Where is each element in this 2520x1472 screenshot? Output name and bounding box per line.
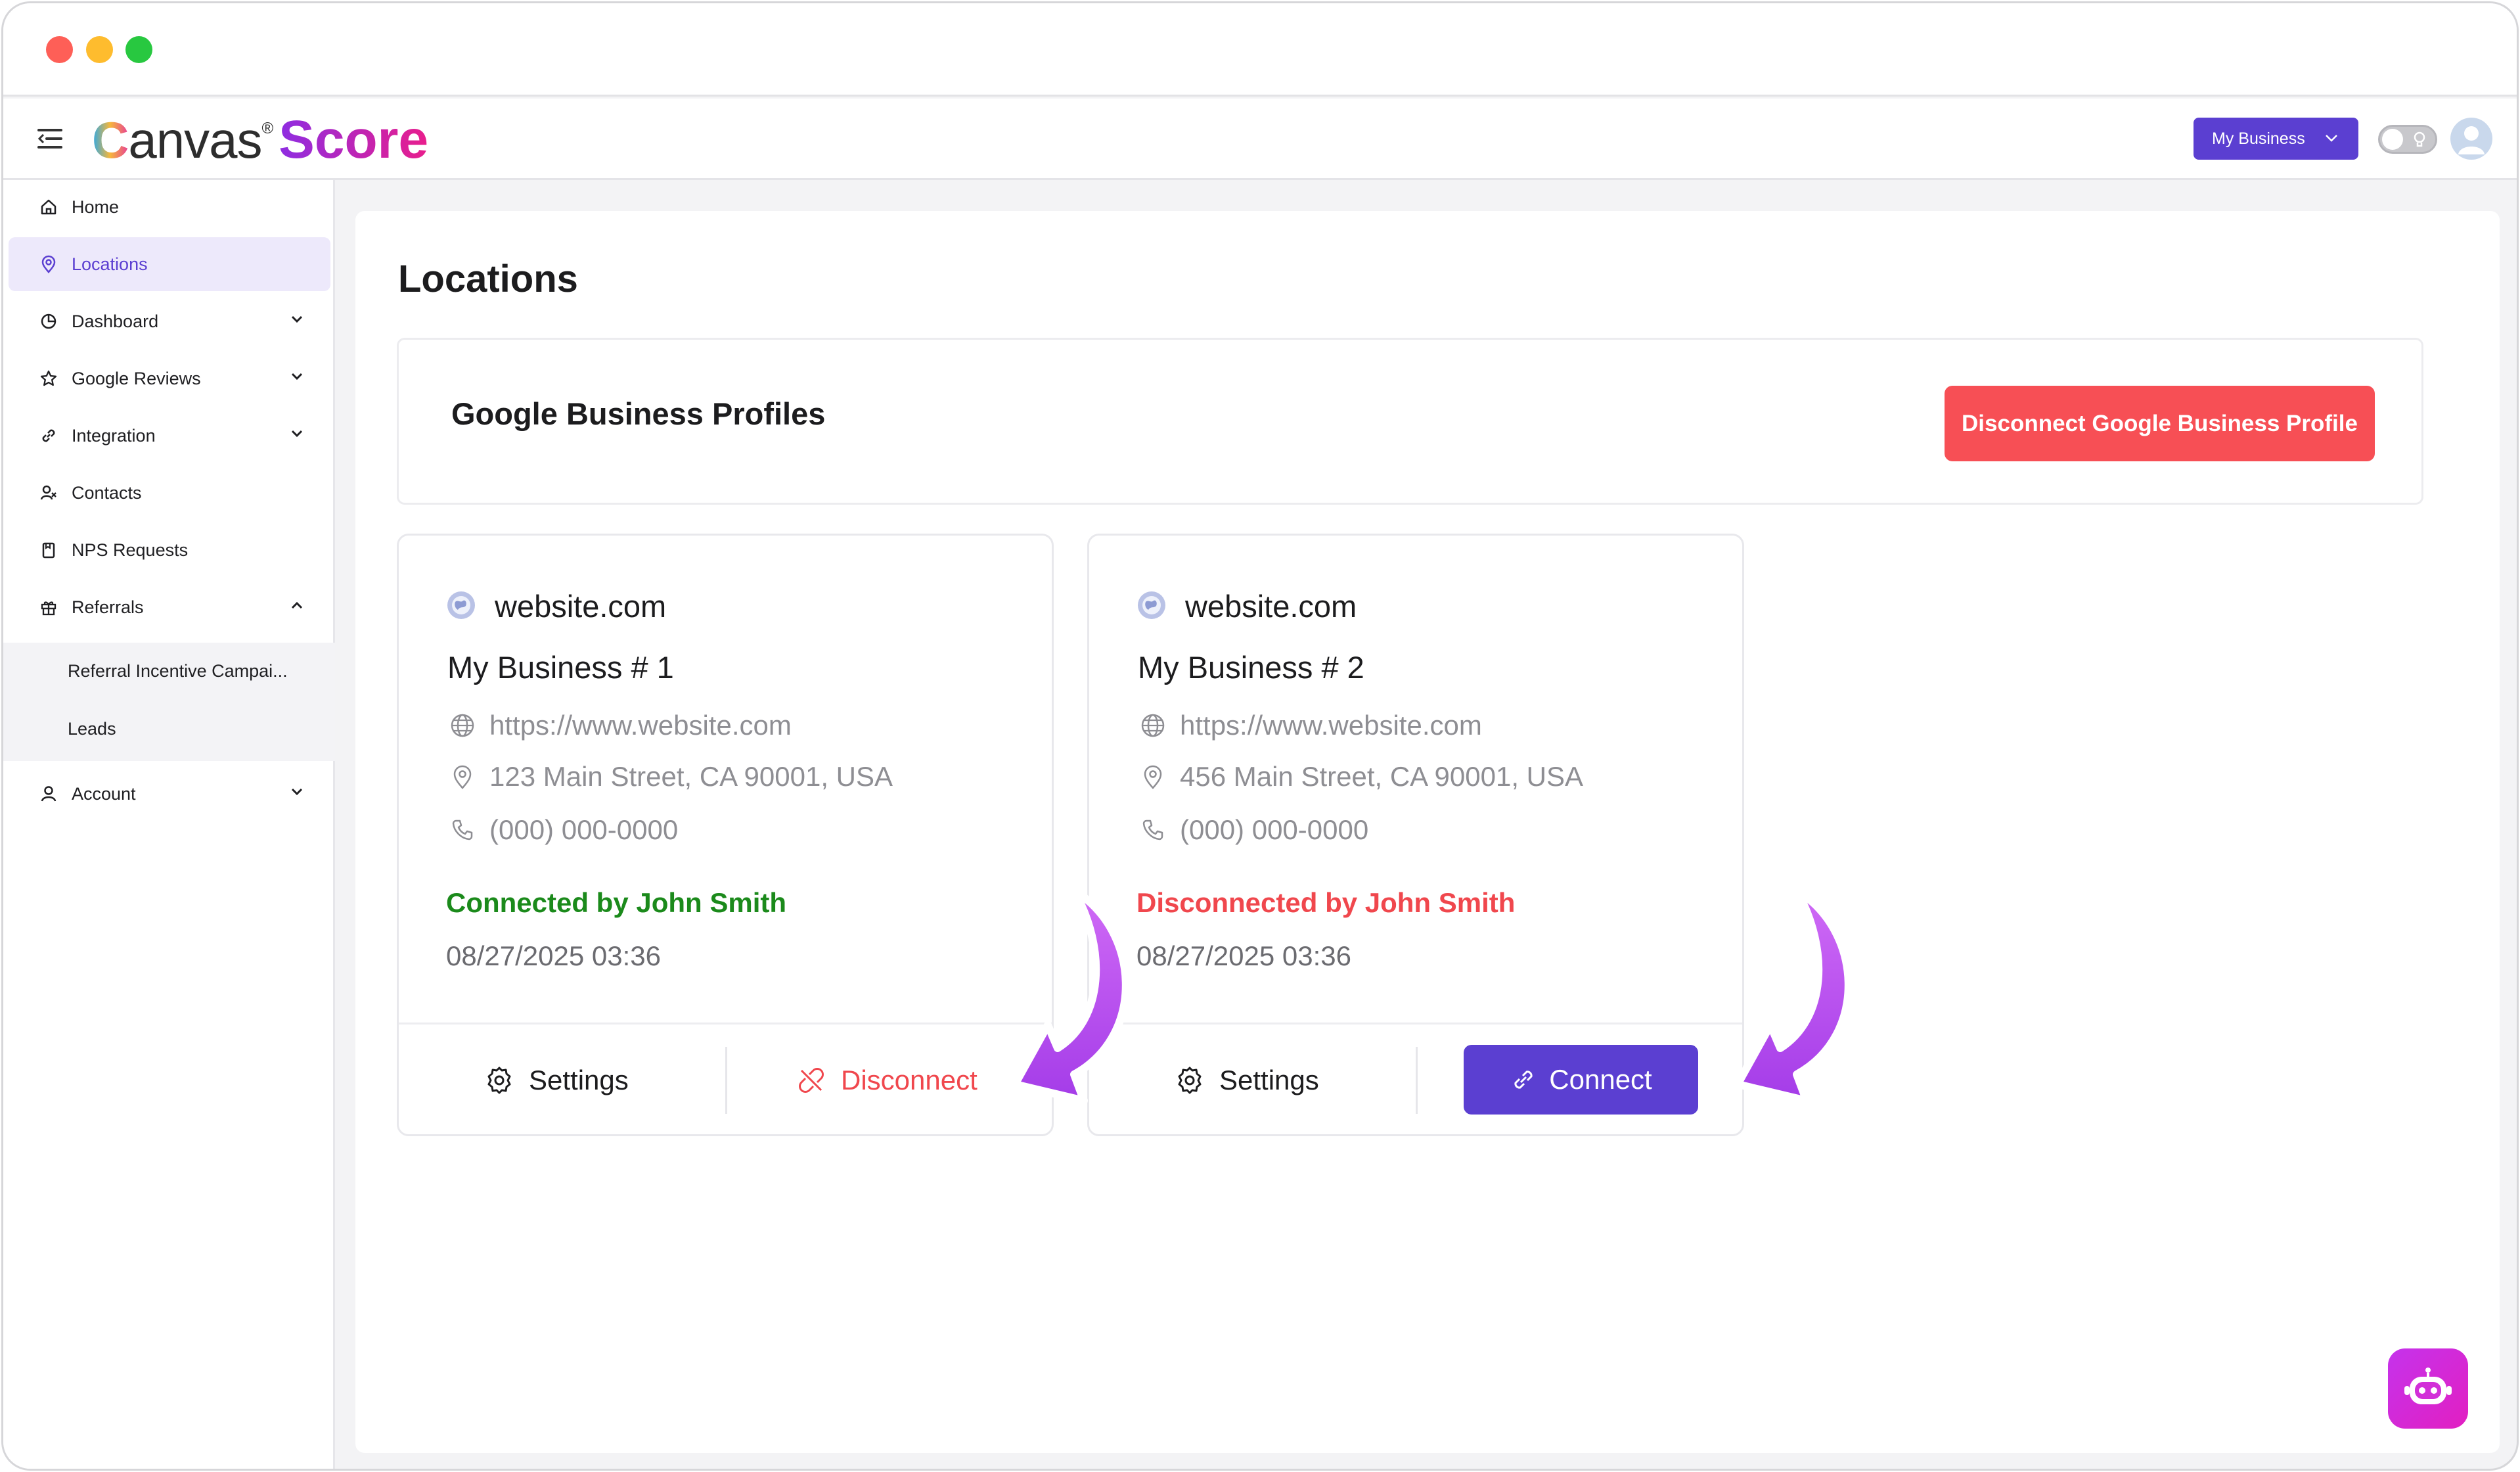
gift-icon (39, 597, 58, 617)
sidebar-item-referrals[interactable]: Referrals (9, 580, 330, 634)
map-pin-icon (447, 762, 478, 792)
sidebar-item-integration[interactable]: Integration (9, 409, 330, 463)
phone-row: (000) 000-0000 (1138, 810, 1368, 850)
canvas-score-logo[interactable]: Canvas ® Score (92, 110, 428, 170)
referrals-submenu: Referral Incentive Campai... Leads (3, 643, 335, 761)
chevron-down-icon (291, 430, 303, 438)
contacts-icon (39, 483, 58, 503)
phone-icon (1138, 815, 1168, 845)
sidebar-item-contacts[interactable]: Contacts (9, 466, 330, 520)
sidebar-item-label: NPS Requests (72, 540, 189, 560)
sidebar-item-home[interactable]: Home (9, 180, 330, 234)
unlink-icon (799, 1068, 824, 1093)
phone-text: (000) 000-0000 (1180, 814, 1369, 845)
site-label: website.com (495, 589, 667, 624)
status-date: 08/27/2025 03:36 (446, 940, 661, 971)
website-url[interactable]: https://www.website.com (489, 710, 792, 741)
robot-icon (2404, 1368, 2452, 1404)
home-icon (39, 197, 58, 217)
close-window-button[interactable] (46, 36, 73, 63)
phone-icon (447, 815, 478, 845)
business-name: My Business # 1 (447, 650, 674, 685)
annotation-arrow-disconnect (1011, 886, 1130, 1105)
website-row: https://www.website.com (1138, 706, 1482, 745)
theme-toggle[interactable] (2378, 125, 2437, 154)
user-icon (39, 784, 58, 804)
site-label: website.com (1185, 589, 1357, 624)
app-window: Canvas ® Score My Business Home Location… (1, 1, 2519, 1471)
sidebar: Home Locations Dashboard Google Reviews … (3, 180, 335, 1469)
address-row: 123 Main Street, CA 90001, USA (447, 757, 893, 796)
gear-icon (1178, 1067, 1202, 1094)
main-content: Locations Google Business Profiles Disco… (355, 211, 2500, 1453)
minimize-window-button[interactable] (86, 36, 113, 63)
maximize-window-button[interactable] (125, 36, 152, 63)
sidebar-item-label: Integration (72, 425, 156, 446)
sidebar-item-label: Contacts (72, 482, 142, 503)
phone-text: (000) 000-0000 (489, 814, 679, 845)
chevron-down-icon (291, 373, 303, 380)
phone-row: (000) 000-0000 (447, 810, 678, 850)
section-title: Google Business Profiles (451, 396, 826, 431)
annotation-arrow-connect (1734, 886, 1853, 1105)
app-header: Canvas ® Score My Business (3, 99, 2517, 180)
sidebar-item-label: Dashboard (72, 311, 159, 331)
status-date: 08/27/2025 03:36 (1136, 940, 1351, 971)
connect-button[interactable]: Connect (1464, 1045, 1698, 1115)
connection-status: Connected by John Smith (446, 887, 787, 918)
disconnect-button[interactable]: Disconnect (796, 1057, 978, 1103)
sidebar-item-nps-requests[interactable]: NPS Requests (9, 523, 330, 577)
sidebar-item-google-reviews[interactable]: Google Reviews (9, 352, 330, 405)
sidebar-item-leads[interactable]: Leads (68, 719, 116, 739)
chevron-down-icon (2326, 135, 2337, 142)
window-titlebar (3, 3, 2517, 97)
globe-avatar-icon (1138, 591, 1165, 619)
page-title: Locations (398, 258, 578, 300)
chevron-up-icon (291, 601, 303, 609)
sidebar-item-label: Account (72, 783, 136, 804)
globe-icon (447, 710, 478, 741)
lightbulb-icon (2414, 131, 2425, 147)
chevron-down-icon (291, 315, 303, 323)
business-select[interactable]: My Business (2194, 118, 2358, 160)
map-pin-icon (1138, 762, 1168, 792)
sidebar-item-label: Google Reviews (72, 368, 201, 388)
sidebar-item-referral-incentive-campaigns[interactable]: Referral Incentive Campai... (68, 661, 288, 681)
user-avatar[interactable] (2450, 118, 2492, 160)
address-row: 456 Main Street, CA 90001, USA (1138, 757, 1583, 796)
website-url[interactable]: https://www.website.com (1180, 710, 1482, 741)
star-icon (39, 369, 58, 388)
sidebar-item-account[interactable]: Account (9, 767, 330, 821)
settings-button[interactable]: Settings (484, 1057, 629, 1103)
sidebar-item-label: Home (72, 196, 120, 217)
card-footer: Settings Connect (1089, 1023, 1742, 1134)
location-card: website.com My Business # 1 https://www.… (397, 534, 1054, 1136)
connection-status: Disconnected by John Smith (1136, 887, 1516, 918)
chevron-down-icon (291, 788, 303, 796)
sidebar-item-label: Referrals (72, 597, 144, 617)
business-name: My Business # 2 (1138, 650, 1364, 685)
link-icon (1514, 1070, 1533, 1089)
pie-chart-icon (39, 311, 58, 331)
sidebar-item-dashboard[interactable]: Dashboard (9, 294, 330, 348)
disconnect-google-business-profile-button[interactable]: Disconnect Google Business Profile (1945, 386, 2375, 461)
sidebar-item-locations[interactable]: Locations (9, 237, 330, 291)
globe-avatar-icon (447, 591, 475, 619)
location-card: website.com My Business # 2 https://www.… (1087, 534, 1744, 1136)
card-footer: Settings Disconnect (399, 1023, 1052, 1134)
address-text: 123 Main Street, CA 90001, USA (489, 761, 893, 792)
sidebar-item-label: Locations (72, 254, 148, 274)
address-text: 456 Main Street, CA 90001, USA (1180, 761, 1584, 792)
map-pin-icon (39, 254, 58, 274)
link-icon (39, 426, 58, 446)
globe-icon (1138, 710, 1168, 741)
gear-icon (487, 1067, 511, 1094)
google-business-profiles-panel: Google Business Profiles Disconnect Goog… (397, 338, 2423, 505)
menu-toggle-icon[interactable] (37, 127, 62, 150)
website-row: https://www.website.com (447, 706, 792, 745)
clipboard-icon (39, 540, 58, 560)
settings-button[interactable]: Settings (1175, 1057, 1319, 1103)
chatbot-button[interactable] (2388, 1348, 2468, 1429)
